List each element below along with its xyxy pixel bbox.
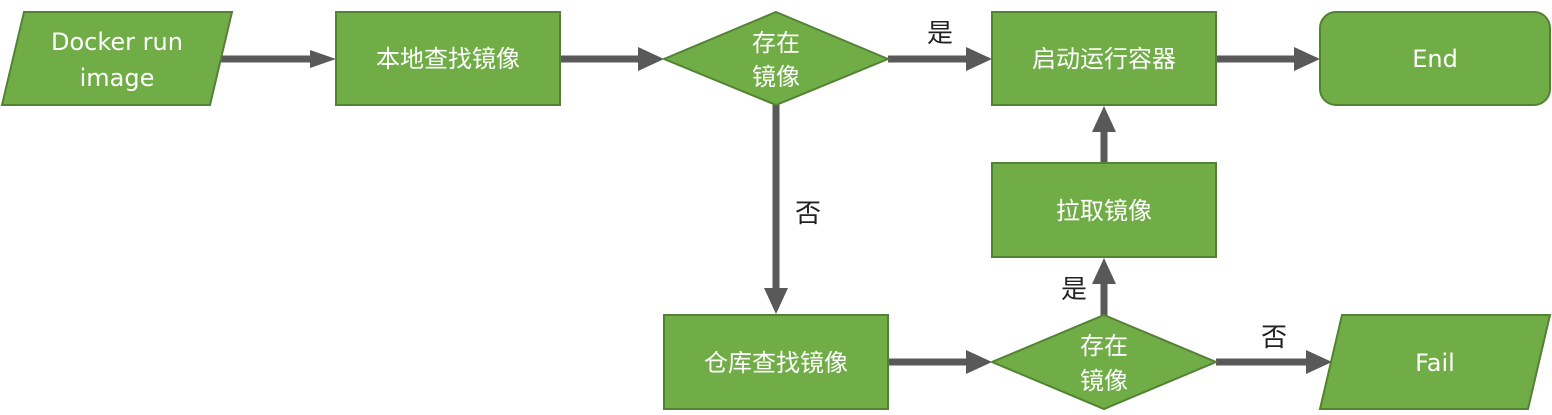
node-pull: 拉取镜像: [991, 162, 1217, 258]
edge-arrowhead: [310, 50, 336, 68]
run-container-label: 启动运行容器: [1032, 45, 1176, 73]
exists-local-label-line2: 镜像: [752, 63, 800, 91]
exists-repo-label-line2: 镜像: [1080, 367, 1128, 395]
edge-arrowhead: [1294, 47, 1320, 71]
exists-repo-label-line1: 存在: [1080, 332, 1128, 360]
edge-arrowhead: [966, 47, 992, 71]
flowchart: 是 否 是 否 Docker run image 本地查找镜像 存在 镜像 启动…: [0, 10, 1552, 411]
pull-label: 拉取镜像: [1056, 197, 1152, 225]
node-fail: Fail: [1318, 314, 1552, 410]
edge-label-local-no: 否: [795, 199, 821, 229]
node-end: End: [1319, 11, 1551, 106]
start-label-line2: image: [80, 64, 155, 92]
start-label-line1: Docker run: [51, 28, 183, 56]
edge-arrowhead: [764, 288, 788, 314]
node-run-container: 启动运行容器: [991, 11, 1217, 106]
edge-arrowhead: [638, 47, 664, 71]
node-start: Docker run image: [0, 11, 234, 106]
edge-label-repo-no: 否: [1261, 323, 1287, 353]
edge-label-repo-yes: 是: [1061, 275, 1087, 305]
node-repo-search: 仓库查找镜像: [663, 314, 889, 410]
exists-local-shape: [661, 10, 891, 107]
node-local-search: 本地查找镜像: [335, 11, 561, 106]
local-search-label: 本地查找镜像: [376, 45, 520, 73]
edge-label-local-yes: 是: [927, 19, 953, 49]
fail-label: Fail: [1415, 349, 1455, 377]
edge-arrowhead: [966, 350, 992, 374]
edge-arrowhead: [1092, 258, 1116, 284]
exists-local-label-line1: 存在: [752, 29, 800, 57]
end-label: End: [1412, 45, 1458, 73]
repo-search-label: 仓库查找镜像: [704, 349, 848, 377]
edge-arrowhead: [1092, 106, 1116, 132]
node-exists-repo: 存在 镜像: [989, 313, 1219, 411]
node-exists-local: 存在 镜像: [661, 10, 891, 107]
